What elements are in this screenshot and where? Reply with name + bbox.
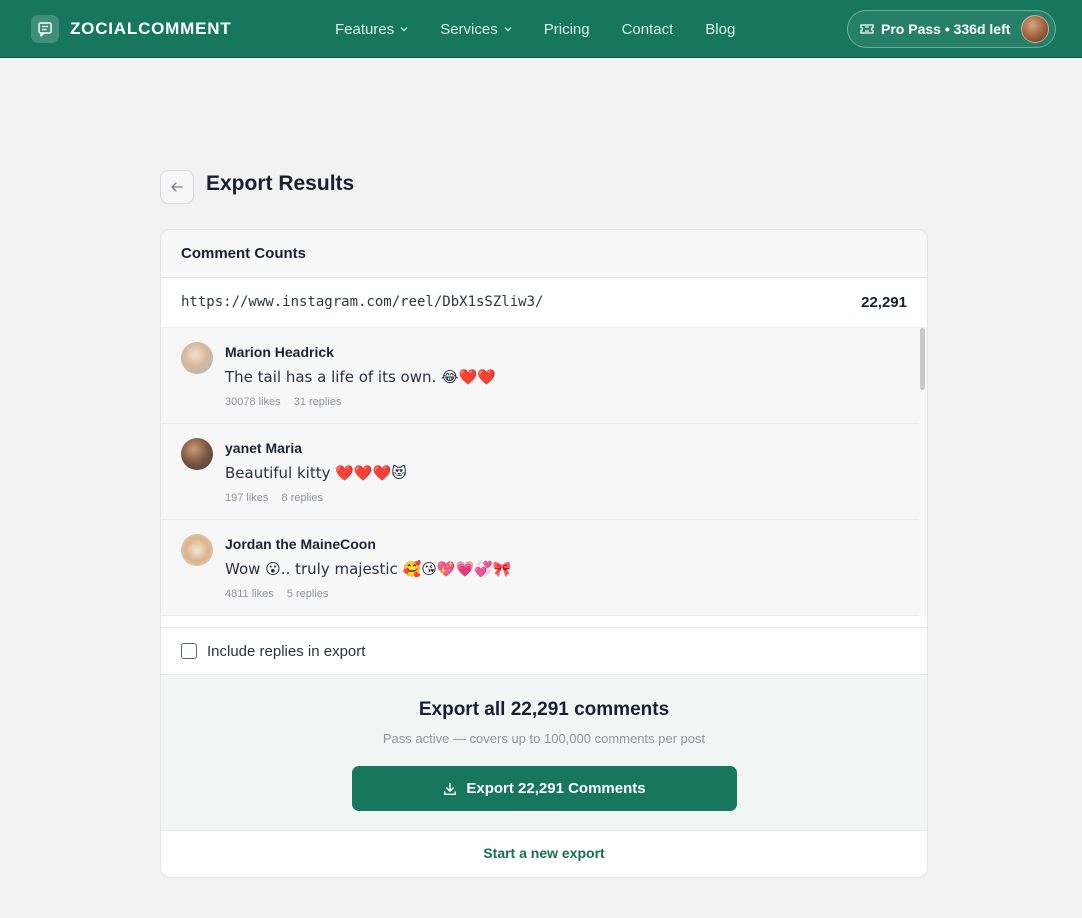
export-panel: Export all 22,291 comments Pass active —… <box>161 675 927 831</box>
commenter-avatar[interactable] <box>181 342 213 374</box>
card-header: Comment Counts <box>161 230 927 278</box>
export-button[interactable]: Export 22,291 Comments <box>352 766 737 811</box>
post-url-row: https://www.instagram.com/reel/DbX1sSZli… <box>161 278 927 328</box>
export-button-label: Export 22,291 Comments <box>466 780 646 797</box>
comment-text: Beautiful kitty ❤️❤️❤️😻 <box>225 464 407 482</box>
top-nav-bar: ZOCIALCOMMENT Features Services Pricing … <box>0 0 1082 58</box>
include-replies-checkbox[interactable] <box>181 643 197 659</box>
comment-likes: 197 likes <box>225 492 269 504</box>
nav-item-label: Pricing <box>543 20 590 38</box>
post-url[interactable]: https://www.instagram.com/reel/DbX1sSZli… <box>181 294 543 310</box>
comment-replies: 8 replies <box>281 492 324 504</box>
nav-item-services[interactable]: Services <box>440 21 512 38</box>
comment-likes: 30078 likes <box>225 396 281 408</box>
brand-name: ZOCIALCOMMENT <box>70 18 232 38</box>
comment-text: Wow 😮.. truly majestic 🥰😘💖💗💞🎀 <box>225 560 512 578</box>
nav-item-label: Features <box>335 20 395 38</box>
commenter-avatar[interactable] <box>181 438 213 470</box>
comment-item: Jordan the MaineCoon Wow 😮.. truly majes… <box>161 520 919 616</box>
chat-bubble-icon <box>31 14 59 43</box>
nav-item-contact[interactable]: Contact <box>622 21 674 38</box>
commenter-avatar[interactable] <box>181 534 213 566</box>
nav-item-label: Blog <box>705 20 736 38</box>
nav-item-blog[interactable]: Blog <box>705 21 735 38</box>
export-title: Export all 22,291 comments <box>418 699 670 720</box>
comment-text: The tail has a life of its own. 😂❤️❤️ <box>225 368 496 386</box>
brand[interactable]: ZOCIALCOMMENT <box>31 14 232 43</box>
comment-author[interactable]: Jordan the MaineCoon <box>225 536 376 552</box>
ticket-icon <box>860 24 874 34</box>
comment-list[interactable]: Marion Headrick The tail has a life of i… <box>161 328 927 616</box>
comment-likes: 4811 likes <box>225 588 274 600</box>
export-subtitle: Pass active — covers up to 100,000 comme… <box>382 731 706 746</box>
back-button[interactable] <box>160 170 194 204</box>
comment-meta: 4811 likes 5 replies <box>225 588 338 600</box>
download-icon <box>444 782 457 795</box>
pro-pass-badge[interactable]: Pro Pass • 336d left <box>847 10 1056 48</box>
comment-meta: 197 likes 8 replies <box>225 492 333 504</box>
start-new-export-link[interactable]: Start a new export <box>161 845 927 861</box>
chevron-down-icon <box>504 27 512 32</box>
comment-item: Marion Headrick The tail has a life of i… <box>161 328 919 424</box>
arrow-left-icon <box>171 182 183 192</box>
scrollbar-thumb[interactable] <box>920 328 925 390</box>
comment-meta: 30078 likes 31 replies <box>225 396 351 408</box>
nav-item-label: Services <box>440 20 498 38</box>
comment-list-scrollbar[interactable] <box>920 328 926 616</box>
page-title: Export Results <box>206 172 355 195</box>
include-replies-row[interactable]: Include replies in export <box>161 627 927 675</box>
comment-replies: 31 replies <box>293 396 342 408</box>
comment-author[interactable]: yanet Maria <box>225 440 302 456</box>
include-replies-label[interactable]: Include replies in export <box>207 643 365 660</box>
results-card: Comment Counts https://www.instagram.com… <box>160 229 928 878</box>
main-nav: Features Services Pricing Contact Blog <box>335 0 767 58</box>
chevron-down-icon <box>400 27 408 32</box>
nav-item-features[interactable]: Features <box>335 21 408 38</box>
nav-item-label: Contact <box>621 20 674 38</box>
comment-author[interactable]: Marion Headrick <box>225 344 334 360</box>
comment-item: yanet Maria Beautiful kitty ❤️❤️❤️😻 197 … <box>161 424 919 520</box>
user-avatar[interactable] <box>1021 15 1049 43</box>
comment-count: 22,291 <box>861 294 907 311</box>
card-title: Comment Counts <box>181 245 306 262</box>
comment-replies: 5 replies <box>286 588 329 600</box>
nav-item-pricing[interactable]: Pricing <box>544 21 590 38</box>
pass-label: Pro Pass • 336d left <box>881 21 1011 37</box>
